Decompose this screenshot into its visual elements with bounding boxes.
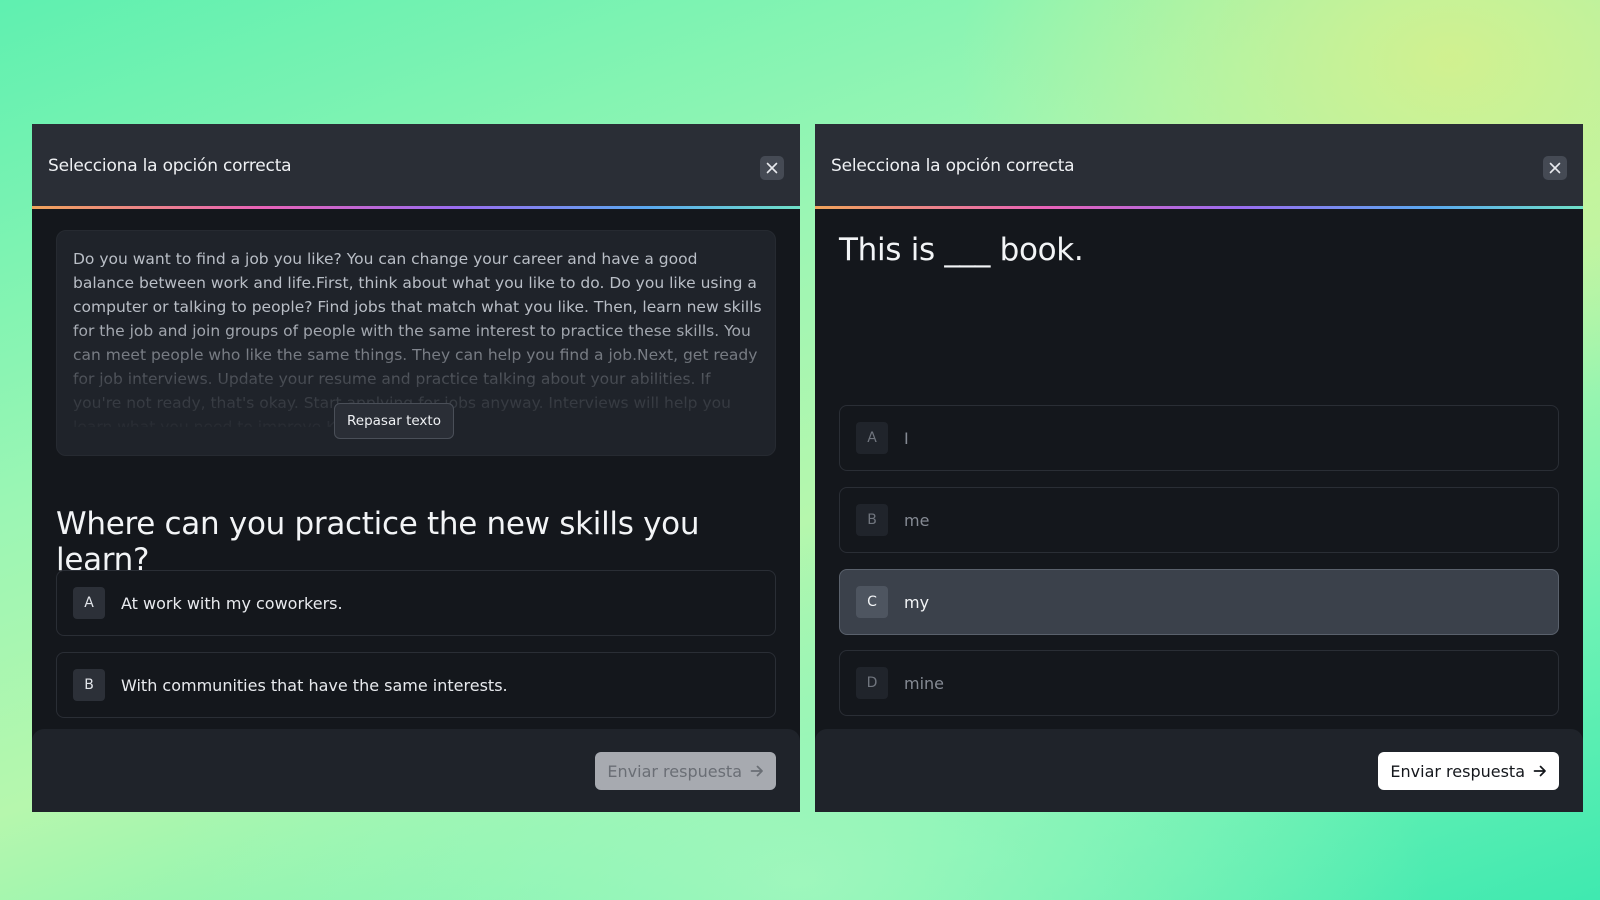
option-text: I (904, 428, 909, 448)
modal-title: Selecciona la opción correcta (48, 156, 292, 176)
close-button[interactable] (760, 156, 784, 180)
modal-footer: Enviar respuesta (815, 729, 1583, 812)
submit-answer-button[interactable]: Enviar respuesta (1378, 752, 1559, 790)
arrow-right-icon (1533, 764, 1547, 778)
option-letter: B (73, 669, 105, 701)
option-text: mine (904, 673, 945, 693)
header-accent-bar (32, 206, 800, 209)
question-text: This is ___ book. (839, 232, 1084, 268)
option-text: At work with my coworkers. (121, 593, 343, 613)
close-icon (1549, 162, 1561, 174)
option-letter: C (856, 586, 888, 618)
modal-footer: Enviar respuesta (32, 729, 800, 812)
option-letter: B (856, 504, 888, 536)
header-accent-bar (815, 206, 1583, 209)
question-text: Where can you practice the new skills yo… (56, 506, 700, 578)
modal-header: Selecciona la opción correcta (815, 124, 1583, 206)
answer-option-a[interactable]: A I (839, 405, 1559, 471)
arrow-right-icon (750, 764, 764, 778)
reading-quiz-modal: Selecciona la opción correcta Do you wan… (32, 124, 800, 812)
option-letter: D (856, 667, 888, 699)
answer-option-c[interactable]: C my (839, 569, 1559, 635)
submit-label: Enviar respuesta (607, 761, 742, 781)
option-text: my (904, 592, 930, 612)
answer-option-b[interactable]: B With communities that have the same in… (56, 652, 776, 718)
answer-option-a[interactable]: A At work with my coworkers. (56, 570, 776, 636)
option-letter: A (73, 587, 105, 619)
option-letter: A (856, 422, 888, 454)
option-text: me (904, 510, 930, 530)
grammar-quiz-modal: Selecciona la opción correcta This is __… (815, 124, 1583, 812)
submit-label: Enviar respuesta (1390, 761, 1525, 781)
answer-option-d[interactable]: D mine (839, 650, 1559, 716)
modal-title: Selecciona la opción correcta (831, 156, 1075, 176)
option-text: With communities that have the same inte… (121, 675, 508, 695)
submit-answer-button[interactable]: Enviar respuesta (595, 752, 776, 790)
passage-text: Do you want to find a job you like? You … (73, 250, 762, 427)
close-button[interactable] (1543, 156, 1567, 180)
answer-option-b[interactable]: B me (839, 487, 1559, 553)
modal-header: Selecciona la opción correcta (32, 124, 800, 206)
review-text-button[interactable]: Repasar texto (334, 403, 454, 439)
close-icon (766, 162, 778, 174)
